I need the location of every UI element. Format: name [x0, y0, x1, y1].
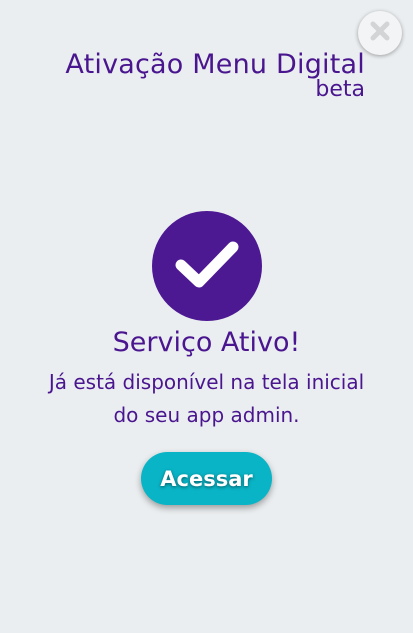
checkmark-icon	[172, 236, 242, 296]
status-message-line-2: do seu app admin.	[113, 403, 300, 427]
success-badge	[152, 211, 262, 321]
status-message-line-1: Já está disponível na tela inicial	[48, 370, 365, 394]
access-button[interactable]: Acessar	[141, 452, 272, 505]
status-message: Já está disponível na tela inicial do se…	[10, 366, 403, 432]
status-title: Serviço Ativo!	[112, 327, 301, 358]
close-icon	[368, 19, 392, 47]
header: Ativação Menu Digital beta	[65, 46, 365, 102]
